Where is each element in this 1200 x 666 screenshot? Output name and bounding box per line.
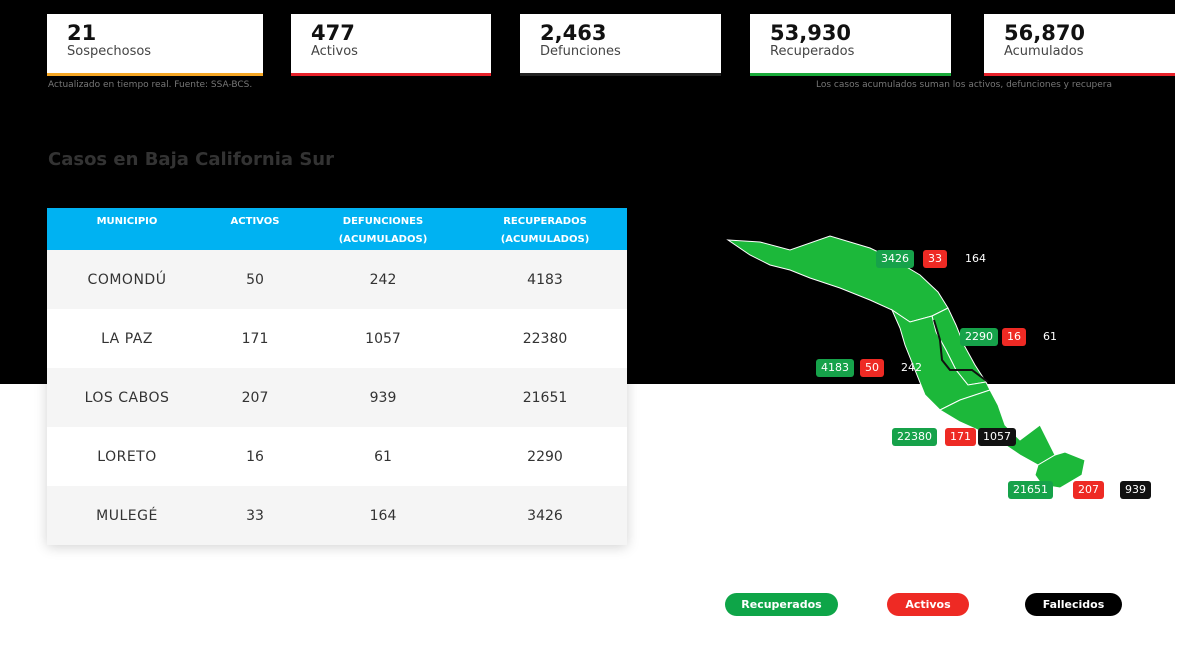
mulege-fallecidos: 164 xyxy=(965,252,986,265)
stat-label: Activos xyxy=(311,44,358,59)
municipios-table: MUNICIPIO ACTIVOS DEFUNCIONES (ACUMULADO… xyxy=(47,208,627,545)
table-row: LA PAZ 171 1057 22380 xyxy=(47,309,627,368)
header-activos: ACTIVOS xyxy=(230,216,280,227)
stat-value: 21 xyxy=(67,21,97,45)
stat-card-defunciones: 2,463 Defunciones xyxy=(520,14,721,76)
legend-activos: Activos xyxy=(887,593,969,616)
cell-municipio: LA PAZ xyxy=(101,330,153,347)
legend-fallecidos: Fallecidos xyxy=(1025,593,1122,616)
stat-value: 477 xyxy=(311,21,355,45)
bcs-map-shape xyxy=(726,235,1086,489)
loscabos-activos: 207 xyxy=(1073,481,1104,499)
cell-activos: 50 xyxy=(246,271,264,288)
loreto-recuperados: 2290 xyxy=(960,328,998,346)
cell-recuperados: 21651 xyxy=(522,389,568,406)
stat-value: 53,930 xyxy=(770,21,852,45)
table-row: LOS CABOS 207 939 21651 xyxy=(47,368,627,427)
cell-municipio: LORETO xyxy=(97,448,157,465)
loscabos-recuperados: 21651 xyxy=(1008,481,1053,499)
cell-defunciones: 939 xyxy=(369,389,397,406)
cell-defunciones: 242 xyxy=(369,271,397,288)
accumulated-note: Los casos acumulados suman los activos, … xyxy=(816,80,1112,90)
section-title: Casos en Baja California Sur xyxy=(48,149,334,170)
mulege-recuperados: 3426 xyxy=(876,250,914,268)
dashboard-page: 21 Sospechosos 477 Activos 2,463 Defunci… xyxy=(0,0,1200,666)
cell-activos: 33 xyxy=(246,507,264,524)
cell-recuperados: 2290 xyxy=(527,448,563,465)
stat-card-acumulados: 56,870 Acumulados xyxy=(984,14,1175,76)
stat-value: 2,463 xyxy=(540,21,607,45)
stat-card-activos: 477 Activos xyxy=(291,14,491,76)
comondu-fallecidos: 242 xyxy=(901,361,922,374)
stat-label: Recuperados xyxy=(770,44,855,59)
lapaz-activos: 171 xyxy=(945,428,976,446)
cell-municipio: LOS CABOS xyxy=(84,389,170,406)
stat-value: 56,870 xyxy=(1004,21,1086,45)
mulege-activos: 33 xyxy=(923,250,947,268)
table-row: MULEGÉ 33 164 3426 xyxy=(47,486,627,545)
cell-defunciones: 61 xyxy=(374,448,392,465)
header-defunciones: DEFUNCIONES (ACUMULADOS) xyxy=(338,216,428,245)
cell-recuperados: 22380 xyxy=(522,330,568,347)
stat-label: Acumulados xyxy=(1004,44,1084,59)
cell-defunciones: 1057 xyxy=(365,330,401,347)
stat-card-sospechosos: 21 Sospechosos xyxy=(47,14,263,76)
cell-recuperados: 3426 xyxy=(527,507,563,524)
table-header: MUNICIPIO ACTIVOS DEFUNCIONES (ACUMULADO… xyxy=(47,208,627,250)
cell-defunciones: 164 xyxy=(369,507,397,524)
cell-activos: 171 xyxy=(241,330,269,347)
loreto-fallecidos: 61 xyxy=(1043,330,1057,343)
cell-municipio: COMONDÚ xyxy=(87,271,167,288)
table-row: COMONDÚ 50 242 4183 xyxy=(47,250,627,309)
header-recuperados: RECUPERADOS (ACUMULADOS) xyxy=(500,216,590,245)
bcs-map: 3426 33 164 2290 16 61 4183 50 242 22380… xyxy=(720,230,1180,530)
stat-label: Sospechosos xyxy=(67,44,152,59)
lapaz-fallecidos: 1057 xyxy=(978,428,1016,446)
loreto-activos: 16 xyxy=(1002,328,1026,346)
lapaz-recuperados: 22380 xyxy=(892,428,937,446)
header-municipio: MUNICIPIO xyxy=(96,216,158,227)
source-note: Actualizado en tiempo real. Fuente: SSA-… xyxy=(48,80,253,90)
map-region-mulege xyxy=(726,235,949,323)
stat-label: Defunciones xyxy=(540,44,621,59)
table-body: COMONDÚ 50 242 4183 LA PAZ 171 1057 2238… xyxy=(47,250,627,545)
comondu-activos: 50 xyxy=(860,359,884,377)
cell-activos: 207 xyxy=(241,389,269,406)
comondu-recuperados: 4183 xyxy=(816,359,854,377)
stat-card-recuperados: 53,930 Recuperados xyxy=(750,14,951,76)
legend-recuperados: Recuperados xyxy=(725,593,838,616)
cell-activos: 16 xyxy=(246,448,264,465)
cell-recuperados: 4183 xyxy=(527,271,563,288)
cell-municipio: MULEGÉ xyxy=(96,507,158,524)
loscabos-fallecidos: 939 xyxy=(1120,481,1151,499)
table-row: LORETO 16 61 2290 xyxy=(47,427,627,486)
